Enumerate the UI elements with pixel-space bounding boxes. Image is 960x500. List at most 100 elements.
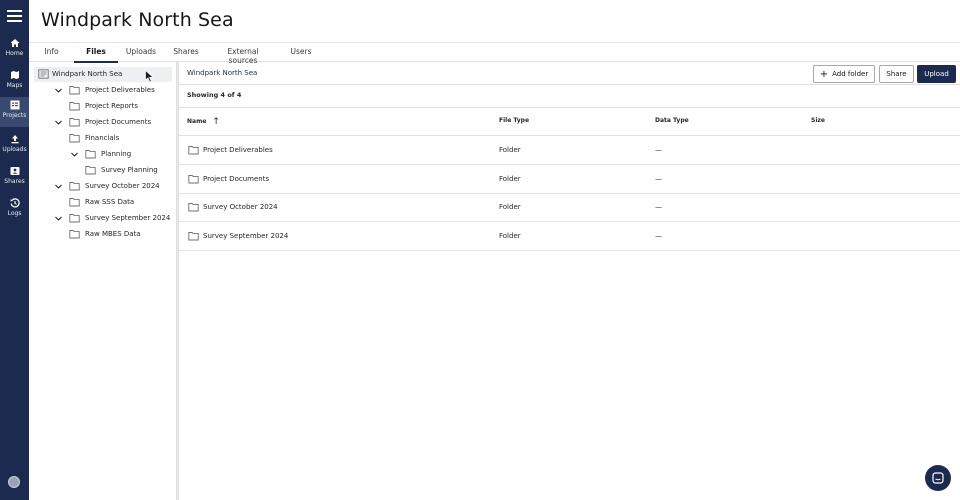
sort-ascending-icon[interactable]: ↑ (212, 117, 220, 127)
tree-root-label: Windpark North Sea (52, 70, 123, 78)
nav-item-label: Uploads (2, 146, 27, 153)
tree-item[interactable]: Financials (29, 131, 177, 146)
nav-item-label: Home (5, 50, 24, 57)
page-title: Windpark North Sea (41, 9, 234, 31)
folder-icon (188, 175, 199, 184)
tree-item-label: Project Documents (85, 118, 152, 126)
folder-icon (69, 214, 80, 223)
divider (179, 107, 960, 108)
shares-icon (10, 167, 19, 175)
upload-button[interactable]: Upload (917, 65, 956, 83)
tree-item[interactable]: Project Reports (29, 99, 177, 114)
table-row[interactable]: Project Documents Folder — (179, 165, 960, 194)
tree-item[interactable]: Planning (29, 147, 177, 162)
file-browser: Windpark North Sea + Add folder Share Upl… (179, 62, 960, 500)
breadcrumb[interactable]: Windpark North Sea (187, 69, 257, 77)
home-icon (10, 39, 19, 47)
chevron-down-icon[interactable] (54, 182, 63, 191)
folder-icon (69, 102, 80, 111)
tree-item-label: Financials (85, 134, 120, 142)
tree-item[interactable]: Raw MBES Data (29, 227, 177, 242)
tab-users[interactable]: Users (287, 47, 315, 63)
folder-icon (188, 203, 199, 212)
row-file-type: Folder (499, 146, 521, 154)
tree-item-label: Raw SSS Data (85, 198, 135, 206)
tab-uploads[interactable]: Uploads (124, 47, 158, 63)
tab-bar: Info Files Uploads Shares External sourc… (29, 42, 960, 65)
chevron-down-icon[interactable] (54, 214, 63, 223)
map-icon (10, 71, 19, 79)
tree-item-label: Raw MBES Data (85, 230, 141, 238)
chat-button[interactable] (925, 465, 951, 491)
chevron-down-icon[interactable] (54, 86, 63, 95)
projects-icon (10, 100, 19, 110)
nav-item-uploads[interactable]: Uploads (0, 131, 29, 161)
tree-item[interactable]: Raw SSS Data (29, 195, 177, 210)
row-name[interactable]: Survey October 2024 (203, 203, 278, 211)
row-data-type: — (655, 232, 662, 240)
tab-files[interactable]: Files (74, 47, 118, 63)
row-name[interactable]: Project Documents (203, 175, 269, 183)
column-header-file-type[interactable]: File Type (499, 117, 529, 124)
row-file-type: Folder (499, 175, 521, 183)
nav-item-projects[interactable]: Projects (0, 97, 29, 127)
nav-item-shares[interactable]: Shares (0, 163, 29, 193)
folder-icon (188, 232, 199, 241)
tree-item-label: Survey October 2024 (85, 182, 160, 190)
nav-item-maps[interactable]: Maps (0, 67, 29, 97)
row-data-type: — (655, 146, 662, 154)
folder-icon (69, 86, 80, 95)
share-button[interactable]: Share (879, 65, 914, 83)
tree-item-label: Survey September 2024 (85, 214, 171, 222)
folder-icon (188, 146, 199, 155)
nav-rail: Home Maps Projects Uploads Shares Logs (0, 0, 29, 500)
column-header-name[interactable]: Name ↑ (187, 117, 220, 127)
plus-icon: + (819, 68, 829, 80)
column-header-data-type[interactable]: Data Type (655, 117, 689, 124)
folder-icon (85, 166, 96, 175)
row-file-type: Folder (499, 232, 521, 240)
tab-shares[interactable]: Shares (170, 47, 202, 63)
tab-external-sources[interactable]: External sources (213, 47, 273, 65)
folder-icon (69, 198, 80, 207)
tree-item-label: Survey Planning (101, 166, 158, 174)
tree-item[interactable]: Survey Planning (29, 163, 177, 178)
file-toolbar: Windpark North Sea + Add folder Share Upl… (179, 62, 960, 85)
folder-icon (69, 134, 80, 143)
row-file-type: Folder (499, 203, 521, 211)
add-folder-button[interactable]: + Add folder (813, 65, 875, 83)
folder-icon (69, 230, 80, 239)
add-folder-label: Add folder (832, 69, 869, 78)
nav-item-label: Logs (7, 210, 22, 217)
avatar[interactable] (8, 476, 20, 488)
column-header-size[interactable]: Size (811, 117, 825, 124)
chat-icon (932, 472, 944, 484)
mouse-pointer-icon (145, 70, 154, 83)
row-name[interactable]: Project Deliverables (203, 146, 273, 154)
row-data-type: — (655, 203, 662, 211)
tree-item[interactable]: Survey September 2024 (29, 211, 177, 226)
nav-item-logs[interactable]: Logs (0, 195, 29, 225)
tree-item-label: Project Reports (85, 102, 139, 110)
tree-item[interactable]: Project Deliverables (29, 83, 177, 98)
tree-item-label: Planning (101, 150, 132, 158)
folder-icon (85, 150, 96, 159)
menu-icon[interactable] (7, 8, 22, 22)
table-row[interactable]: Project Deliverables Folder — (179, 136, 960, 165)
tree-item[interactable]: Survey October 2024 (29, 179, 177, 194)
column-header-label: Name (187, 118, 207, 125)
table-row[interactable]: Survey October 2024 Folder — (179, 193, 960, 222)
nav-item-home[interactable]: Home (0, 35, 29, 65)
tree-item[interactable]: Project Documents (29, 115, 177, 130)
row-data-type: — (655, 175, 662, 183)
table-row[interactable]: Survey September 2024 Folder — (179, 222, 960, 251)
row-name[interactable]: Survey September 2024 (203, 232, 288, 240)
chevron-down-icon[interactable] (54, 118, 63, 127)
history-icon (10, 198, 20, 208)
folder-icon (69, 118, 80, 127)
tab-info[interactable]: Info (39, 47, 64, 63)
folder-tree: Windpark North Sea Project Deliverables … (29, 62, 177, 500)
chevron-down-icon[interactable] (70, 150, 79, 159)
tree-item-label: Project Deliverables (85, 86, 155, 94)
folder-icon (69, 182, 80, 191)
